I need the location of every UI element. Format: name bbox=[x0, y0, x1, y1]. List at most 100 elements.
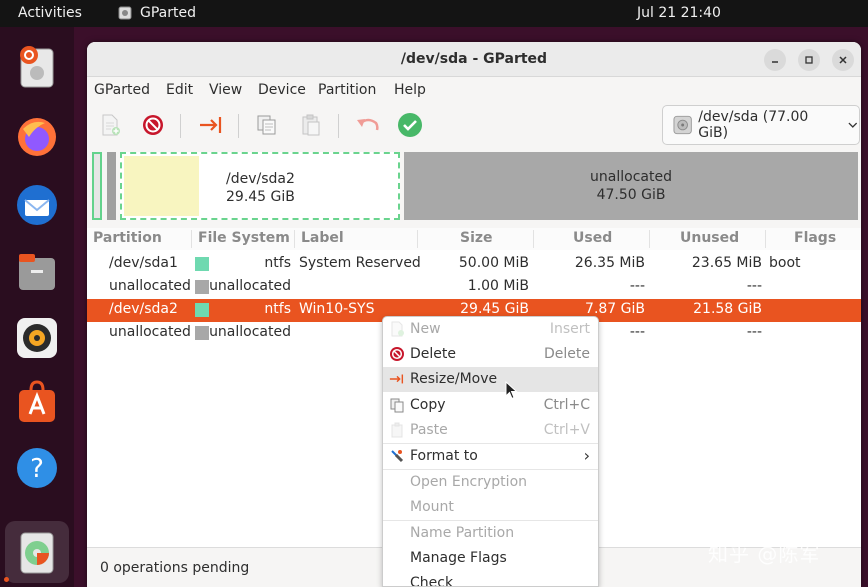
clock[interactable]: Jul 21 21:40 bbox=[637, 5, 721, 21]
menu-view[interactable]: View bbox=[209, 82, 242, 98]
menu-item-label: Resize/Move bbox=[410, 371, 498, 387]
close-icon bbox=[839, 56, 847, 64]
copy-icon bbox=[389, 397, 405, 413]
filesystem-color-swatch bbox=[195, 257, 209, 271]
cell-size: 1.00 MiB bbox=[467, 278, 529, 294]
menu-item-mount[interactable]: Mount bbox=[383, 495, 598, 520]
help-icon[interactable]: ? bbox=[14, 445, 60, 491]
menu-item-new[interactable]: New Insert bbox=[383, 317, 598, 342]
col-filesystem[interactable]: File System bbox=[198, 230, 290, 246]
diskmap-unallocated[interactable]: unallocated 47.50 GiB bbox=[404, 152, 858, 220]
copy-button[interactable] bbox=[252, 110, 282, 140]
svg-text:?: ? bbox=[30, 454, 44, 484]
files-icon[interactable] bbox=[14, 249, 60, 295]
chevron-down-icon bbox=[848, 122, 858, 128]
resize-move-button[interactable] bbox=[196, 110, 226, 140]
menu-partition[interactable]: Partition bbox=[318, 82, 376, 98]
menu-item-resize-move[interactable]: Resize/Move bbox=[383, 367, 598, 392]
menu-help[interactable]: Help bbox=[394, 82, 426, 98]
col-unused[interactable]: Unused bbox=[680, 230, 739, 246]
col-label[interactable]: Label bbox=[301, 230, 344, 246]
menu-item-paste[interactable]: Paste Ctrl+V bbox=[383, 418, 598, 443]
menu-item-manage-flags[interactable]: Manage Flags bbox=[383, 546, 598, 571]
unallocated-map-label: unallocated 47.50 GiB bbox=[404, 168, 858, 204]
cell-size: 50.00 MiB bbox=[458, 255, 529, 271]
installer-icon[interactable] bbox=[14, 43, 60, 89]
top-bar: Activities GParted Jul 21 21:40 bbox=[0, 0, 868, 27]
menu-gparted[interactable]: GParted bbox=[94, 82, 150, 98]
menu-item-label: New bbox=[410, 321, 441, 337]
close-button[interactable] bbox=[832, 49, 854, 71]
cell-partition: /dev/sda2 bbox=[109, 301, 178, 317]
menu-separator bbox=[383, 443, 598, 444]
col-size[interactable]: Size bbox=[460, 230, 493, 246]
submenu-arrow-icon: › bbox=[583, 446, 590, 465]
toolbar: /dev/sda (77.00 GiB) bbox=[87, 102, 861, 148]
new-button[interactable] bbox=[95, 110, 125, 140]
menu-item-name-partition[interactable]: Name Partition bbox=[383, 521, 598, 546]
gparted-small-icon bbox=[118, 6, 132, 20]
rhythmbox-icon[interactable] bbox=[14, 315, 60, 361]
menu-item-delete[interactable]: Delete Delete bbox=[383, 342, 598, 367]
maximize-icon bbox=[805, 56, 813, 64]
diskmap-sda1[interactable] bbox=[92, 152, 102, 220]
cell-partition: unallocated bbox=[109, 278, 191, 294]
menu-item-open-encryption[interactable]: Open Encryption bbox=[383, 470, 598, 495]
undo-button[interactable] bbox=[352, 110, 382, 140]
menu-item-shortcut: Delete bbox=[544, 346, 590, 362]
gparted-icon[interactable] bbox=[14, 529, 60, 575]
activities-button[interactable]: Activities bbox=[18, 5, 82, 21]
menu-item-format-to[interactable]: Format to › bbox=[383, 444, 598, 469]
cell-flags: boot bbox=[769, 255, 801, 271]
menu-device[interactable]: Device bbox=[258, 82, 306, 98]
menu-item-label: Open Encryption bbox=[410, 474, 528, 490]
col-partition[interactable]: Partition bbox=[93, 230, 162, 246]
sda2-map-size: 29.45 GiB bbox=[226, 189, 295, 205]
menu-item-copy[interactable]: Copy Ctrl+C bbox=[383, 393, 598, 418]
column-divider bbox=[294, 230, 295, 248]
col-used[interactable]: Used bbox=[573, 230, 612, 246]
menu-item-shortcut: Ctrl+V bbox=[543, 422, 590, 438]
app-center-icon[interactable] bbox=[14, 379, 60, 425]
menu-item-label: Paste bbox=[410, 422, 448, 438]
paste-icon bbox=[389, 422, 405, 438]
menu-item-check[interactable]: Check bbox=[383, 571, 598, 587]
window-title: /dev/sda - GParted bbox=[400, 51, 548, 67]
running-indicator bbox=[4, 577, 9, 582]
menu-bar: GParted Edit View Device Partition Help bbox=[87, 78, 861, 102]
app-name: GParted bbox=[140, 5, 196, 21]
firefox-icon[interactable] bbox=[14, 114, 60, 160]
delete-button[interactable] bbox=[138, 110, 168, 140]
cell-used: --- bbox=[629, 278, 645, 294]
app-menu[interactable]: GParted bbox=[118, 5, 196, 21]
minimize-icon bbox=[772, 61, 778, 63]
paste-button[interactable] bbox=[296, 110, 326, 140]
filesystem-color-swatch bbox=[195, 326, 209, 340]
cell-used: 26.35 MiB bbox=[574, 255, 645, 271]
device-selector[interactable]: /dev/sda (77.00 GiB) bbox=[662, 105, 860, 145]
device-label: /dev/sda (77.00 GiB) bbox=[698, 109, 809, 141]
sda2-map-name: /dev/sda2 bbox=[226, 171, 295, 187]
title-bar[interactable]: /dev/sda - GParted bbox=[87, 42, 861, 77]
column-divider bbox=[765, 230, 766, 248]
minimize-button[interactable] bbox=[764, 49, 786, 71]
diskmap-sda2[interactable]: /dev/sda2 29.45 GiB bbox=[120, 152, 400, 220]
maximize-button[interactable] bbox=[798, 49, 820, 71]
col-flags[interactable]: Flags bbox=[794, 230, 836, 246]
menu-item-label: Check bbox=[410, 575, 454, 587]
apply-button[interactable] bbox=[395, 110, 425, 140]
cell-label: System Reserved bbox=[299, 255, 421, 271]
undo-icon bbox=[357, 118, 379, 131]
sda2-used-space bbox=[124, 156, 199, 216]
cell-unused: 23.65 MiB bbox=[691, 255, 762, 271]
thunderbird-icon[interactable] bbox=[14, 182, 60, 228]
operations-pending: 0 operations pending bbox=[100, 560, 250, 576]
menu-edit[interactable]: Edit bbox=[166, 82, 193, 98]
table-row[interactable]: /dev/sda1 ntfs System Reserved 50.00 MiB 26.… bbox=[87, 253, 861, 276]
column-divider bbox=[533, 230, 534, 248]
table-row[interactable]: unallocated unallocated 1.00 MiB --- --- bbox=[87, 276, 861, 299]
mouse-cursor-icon bbox=[505, 381, 518, 400]
menu-item-label: Copy bbox=[410, 397, 446, 413]
cell-used: 7.87 GiB bbox=[585, 301, 645, 317]
diskmap-unallocated-small[interactable] bbox=[107, 152, 116, 220]
